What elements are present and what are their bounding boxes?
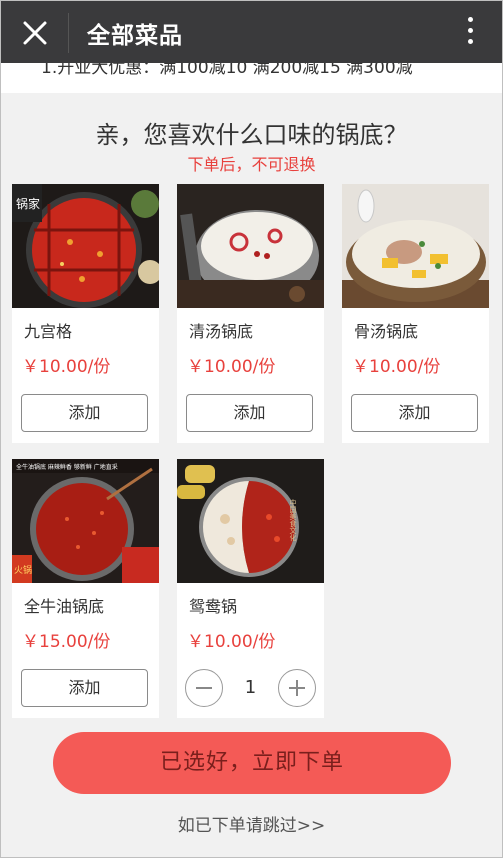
no-refund-note: 下单后，不可退换 <box>187 155 316 174</box>
photo-side-text: 中国美食文化 <box>289 498 297 542</box>
title-divider <box>68 13 69 53</box>
minus-icon <box>196 687 212 689</box>
product-card: 全牛油锅底 麻辣鲜香 够新鲜 广地直采 火锅 全牛油锅底 ￥15.00/份 添加 <box>12 459 159 718</box>
more-menu-button[interactable] <box>464 17 476 49</box>
page-title: 全部菜品 <box>87 23 183 49</box>
product-name: 九宫格 <box>24 322 73 341</box>
product-name: 鸳鸯锅 <box>189 597 238 616</box>
product-name: 全牛油锅底 <box>24 597 105 616</box>
add-button[interactable]: 添加 <box>21 394 148 432</box>
product-price: ￥10.00/份 <box>352 357 441 377</box>
promo-banner: 1.开业大优惠：满100减10 满200减15 满300减 <box>1 63 502 93</box>
product-card: 清汤锅底 ￥10.00/份 添加 <box>177 184 324 443</box>
product-photo[interactable]: 锅家 <box>12 184 159 308</box>
product-price: ￥10.00/份 <box>187 632 276 652</box>
product-card: 骨汤锅底 ￥10.00/份 添加 <box>342 184 489 443</box>
increase-button[interactable] <box>278 669 316 707</box>
product-photo[interactable] <box>177 184 324 308</box>
more-vertical-icon <box>464 17 476 44</box>
top-bar: 全部菜品 <box>1 1 502 63</box>
product-photo[interactable]: 中国美食文化 <box>177 459 324 583</box>
add-button[interactable]: 添加 <box>21 669 148 707</box>
broth-question: 亲，您喜欢什么口味的锅底？ <box>95 121 408 149</box>
product-photo[interactable]: 全牛油锅底 麻辣鲜香 够新鲜 广地直采 火锅 <box>12 459 159 583</box>
product-price: ￥10.00/份 <box>22 357 111 377</box>
photo-banner-text: 全牛油锅底 麻辣鲜香 够新鲜 广地直采 <box>16 463 118 471</box>
product-price: ￥10.00/份 <box>187 357 276 377</box>
photo-side-text: 火锅 <box>14 565 32 576</box>
product-card: 中国美食文化 鸳鸯锅 ￥10.00/份 1 <box>177 459 324 718</box>
skip-link[interactable]: 如已下单请跳过>> <box>1 811 502 836</box>
product-photo[interactable] <box>342 184 489 308</box>
product-card: 锅家 九宫格 ￥10.00/份 添加 <box>12 184 159 443</box>
decrease-button[interactable] <box>185 669 223 707</box>
promo-text: 1.开业大优惠：满100减10 满200减15 满300减 <box>41 63 413 78</box>
add-button[interactable]: 添加 <box>186 394 313 432</box>
product-price: ￥15.00/份 <box>22 632 111 652</box>
order-now-button[interactable]: 已选好，立即下单 <box>53 732 451 794</box>
product-name: 清汤锅底 <box>189 322 254 341</box>
product-name: 骨汤锅底 <box>354 322 419 341</box>
close-button[interactable] <box>15 16 55 50</box>
brand-logo-text: 锅家 <box>16 196 40 211</box>
page: 全部菜品 1.开业大优惠：满100减10 满200减15 满300减 亲，您喜欢… <box>0 0 503 858</box>
quantity-value: 1 <box>244 677 257 698</box>
close-icon <box>23 21 47 45</box>
add-button[interactable]: 添加 <box>351 394 478 432</box>
quantity-stepper: 1 <box>185 669 316 707</box>
